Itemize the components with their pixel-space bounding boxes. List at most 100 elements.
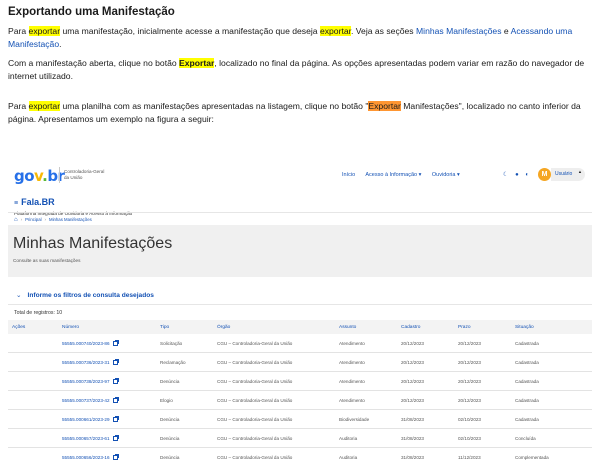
external-link-icon[interactable] bbox=[112, 415, 119, 422]
table-cell: 20/12/2023 bbox=[454, 334, 511, 353]
table-cell: Atendimento bbox=[335, 334, 397, 353]
table-cell: 20/12/2023 bbox=[397, 371, 454, 391]
table-cell bbox=[8, 352, 58, 372]
avatar[interactable]: M bbox=[538, 168, 551, 181]
column-header: Órgão bbox=[213, 320, 335, 334]
table-cell: 20/12/2023 bbox=[397, 390, 454, 410]
paragraph-2: Com a manifestação aberta, clique no bot… bbox=[8, 58, 585, 81]
table-cell: Reclamação bbox=[156, 352, 213, 372]
external-link-icon[interactable] bbox=[112, 358, 119, 365]
table-cell: 20/12/2023 bbox=[454, 371, 511, 391]
table-row[interactable]: 55555.000657/2023-61 Denúncia CGU – Contro… bbox=[8, 428, 592, 448]
table-cell: Auditoria bbox=[335, 428, 397, 448]
table-cell bbox=[8, 409, 58, 429]
external-link-icon[interactable] bbox=[112, 377, 119, 384]
header-icons: ☾ ● ◐ bbox=[503, 171, 534, 178]
table-cell bbox=[8, 334, 58, 353]
column-header: Tipo bbox=[156, 320, 213, 334]
table-cell: Cadastrada bbox=[511, 352, 592, 372]
home-icon[interactable]: ⌂ bbox=[14, 217, 18, 223]
table-row[interactable]: 55555.000737/2023-42 Elogio CGU – Controla… bbox=[8, 390, 592, 410]
table-cell: Elogio bbox=[156, 390, 213, 410]
table-cell: Atendimento bbox=[335, 371, 397, 391]
protocol-number-link[interactable]: 55555.000657/2023-61 bbox=[58, 428, 156, 448]
table-row[interactable]: 55555.000738/2023-97 Denúncia CGU – Contro… bbox=[8, 371, 592, 391]
column-header: Ações bbox=[8, 320, 58, 334]
moon-icon[interactable]: ☾ bbox=[503, 172, 508, 178]
table-cell bbox=[8, 390, 58, 410]
table-cell: 20/12/2023 bbox=[397, 352, 454, 372]
active-search-highlight: Exportar bbox=[368, 101, 401, 111]
table-cell: Atendimento bbox=[335, 390, 397, 410]
breadcrumb-principal[interactable]: Principal bbox=[25, 217, 41, 222]
hamburger-menu-icon[interactable]: ≡ bbox=[14, 200, 18, 207]
table-cell: 02/10/2023 bbox=[454, 409, 511, 429]
manifestations-table: Ações Número Tipo Órgão Assunto Cadastro Prazo… bbox=[8, 320, 592, 466]
search-highlight: Exportar bbox=[179, 58, 215, 68]
gov-header: gov.br Controladoria-Geral da União Iníci… bbox=[8, 161, 592, 187]
table-row[interactable]: 55555.000656/2023-16 Denúncia CGU – Contro… bbox=[8, 447, 592, 466]
table-row[interactable]: 55555.000740/2023-86 Solicitação CGU – Con… bbox=[8, 334, 592, 353]
govbr-logo[interactable]: gov.br bbox=[14, 167, 65, 185]
breadcrumb: ⌂ › Principal › Minhas Manifestações bbox=[14, 217, 92, 223]
table-cell: CGU – Controladoria-Geral da União bbox=[213, 390, 335, 410]
table-row[interactable]: 55555.000736/2023-31 Reclamação CGU – Cont… bbox=[8, 352, 592, 372]
table-cell bbox=[8, 428, 58, 448]
external-link-icon[interactable] bbox=[112, 339, 119, 346]
help-document: Exportando uma Manifestação Para exporta… bbox=[8, 0, 592, 132]
user-menu[interactable]: Usuário ▲ bbox=[551, 168, 585, 181]
section-title: Exportando uma Manifestação bbox=[8, 6, 175, 18]
org-name: Controladoria-Geral da União bbox=[64, 169, 105, 180]
table-cell: Denúncia bbox=[156, 428, 213, 448]
table-cell: CGU – Controladoria-Geral da União bbox=[213, 334, 335, 353]
table-cell: Cadastrada bbox=[511, 371, 592, 391]
protocol-number-link[interactable]: 55555.000661/2023-29 bbox=[58, 409, 156, 429]
table-cell bbox=[8, 447, 58, 466]
divider bbox=[8, 304, 592, 305]
column-header: Cadastro bbox=[397, 320, 454, 334]
table-cell: Complementada bbox=[511, 447, 592, 466]
column-header: Número bbox=[58, 320, 156, 334]
search-highlight: exportar bbox=[28, 101, 61, 111]
page-title: Minhas Manifestações bbox=[13, 235, 173, 252]
link-minhas-manifestacoes[interactable]: Minhas Manifestações bbox=[416, 26, 502, 36]
external-link-icon[interactable] bbox=[112, 453, 119, 460]
table-cell: Concluída bbox=[511, 428, 592, 448]
table-cell: 02/10/2023 bbox=[454, 428, 511, 448]
contrast-icon[interactable]: ◐ bbox=[525, 172, 529, 178]
column-header: Assunto bbox=[335, 320, 397, 334]
table-cell: Denúncia bbox=[156, 409, 213, 429]
table-row[interactable]: 55555.000661/2023-29 Denúncia CGU – Contro… bbox=[8, 409, 592, 429]
nav-ouvidoria[interactable]: Ouvidoria ▾ bbox=[432, 172, 460, 178]
table-cell: 20/12/2023 bbox=[454, 352, 511, 372]
table-cell: Cadastrada bbox=[511, 390, 592, 410]
table-cell: 31/08/2023 bbox=[397, 409, 454, 429]
site-title[interactable]: Fala.BR bbox=[21, 197, 55, 207]
table-cell: CGU – Controladoria-Geral da União bbox=[213, 352, 335, 372]
table-cell: 11/12/2023 bbox=[454, 447, 511, 466]
table-cell: Solicitação bbox=[156, 334, 213, 353]
caret-icon: ▲ bbox=[578, 169, 582, 174]
search-highlight: exportar bbox=[28, 26, 61, 36]
dot-icon[interactable]: ● bbox=[515, 172, 519, 178]
example-screenshot: gov.br Controladoria-Geral da União Iníci… bbox=[8, 161, 592, 466]
table-cell: Atendimento bbox=[335, 352, 397, 372]
protocol-number-link[interactable]: 55555.000740/2023-86 bbox=[58, 334, 156, 353]
protocol-number-link[interactable]: 55555.000656/2023-16 bbox=[58, 447, 156, 466]
nav-acesso-informacao[interactable]: Acesso à Informação ▾ bbox=[365, 172, 421, 178]
table-cell bbox=[8, 371, 58, 391]
protocol-number-link[interactable]: 55555.000736/2023-31 bbox=[58, 352, 156, 372]
table-cell: CGU – Controladoria-Geral da União bbox=[213, 371, 335, 391]
protocol-number-link[interactable]: 55555.000737/2023-42 bbox=[58, 390, 156, 410]
column-header: Situação bbox=[511, 320, 592, 334]
external-link-icon[interactable] bbox=[112, 396, 119, 403]
protocol-number-link[interactable]: 55555.000738/2023-97 bbox=[58, 371, 156, 391]
table-cell: CGU – Controladoria-Geral da União bbox=[213, 447, 335, 466]
breadcrumb-current: Minhas Manifestações bbox=[48, 217, 92, 222]
filters-toggle[interactable]: ⌄ Informe os filtros de consulta desejado… bbox=[16, 291, 154, 299]
page-banner: Minhas Manifestações Consulte as suas ma… bbox=[8, 225, 592, 277]
table-cell: 20/12/2023 bbox=[454, 390, 511, 410]
nav-inicio[interactable]: Início bbox=[342, 172, 355, 178]
table-cell: 31/08/2023 bbox=[397, 447, 454, 466]
external-link-icon[interactable] bbox=[112, 434, 119, 441]
